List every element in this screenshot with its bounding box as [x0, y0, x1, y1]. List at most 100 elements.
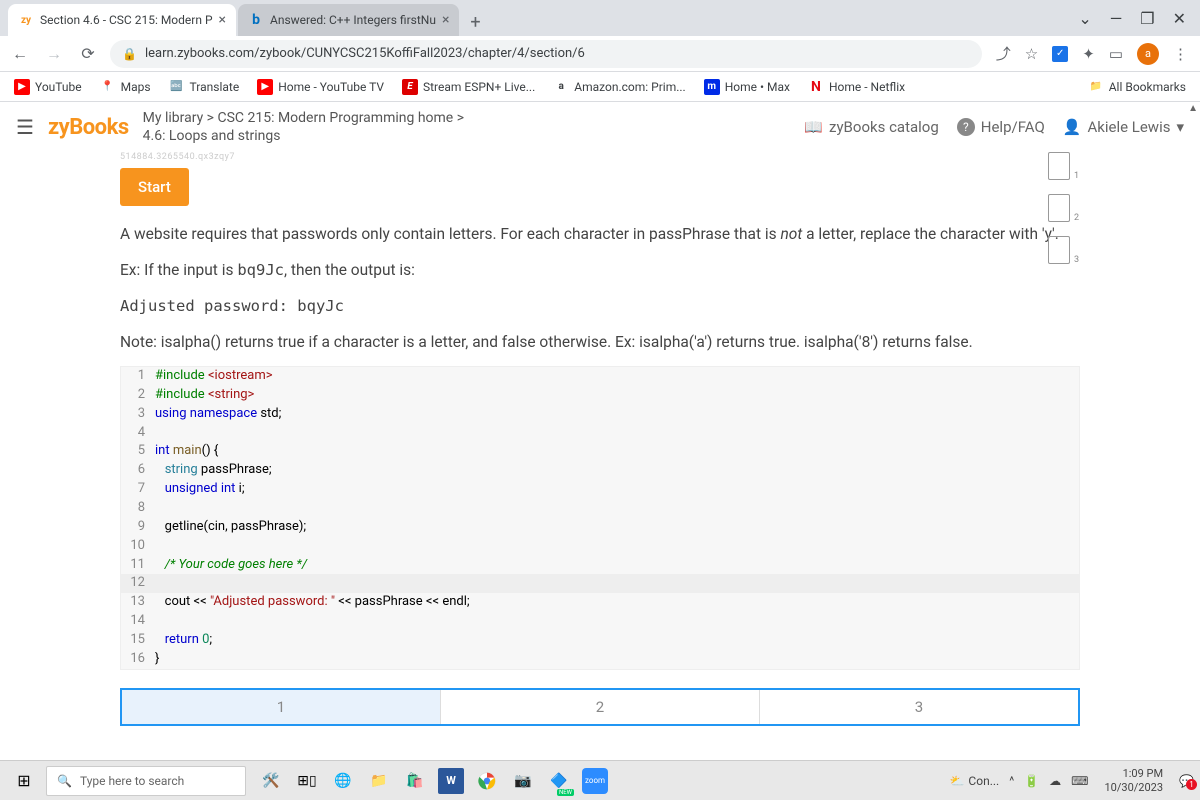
word-icon[interactable]: W	[438, 768, 464, 794]
code-line[interactable]: 7 unsigned int i;	[121, 480, 1079, 499]
forward-icon: →	[42, 44, 66, 64]
bookmark-youtube-tv[interactable]: ▶Home - YouTube TV	[257, 79, 384, 95]
catalog-link[interactable]: 📖zyBooks catalog	[804, 118, 938, 136]
caret-down-icon: ▾	[1176, 118, 1184, 136]
profile-avatar[interactable]: a	[1137, 43, 1159, 65]
search-placeholder: Type here to search	[80, 774, 184, 788]
check-badge-icon[interactable]: ✓	[1052, 46, 1068, 62]
minimize-icon[interactable]: —	[1110, 9, 1123, 28]
folder-icon: 📁	[1088, 79, 1104, 95]
code-line[interactable]: 15 return 0;	[121, 631, 1079, 650]
translate-icon: 🔤	[169, 79, 185, 95]
microsoft-store-icon[interactable]: 🛍️	[402, 768, 428, 794]
step-tab-3[interactable]: 3	[760, 690, 1078, 724]
code-line[interactable]: 13 cout << "Adjusted password: " << pass…	[121, 593, 1079, 612]
bookmark-max[interactable]: mHome • Max	[704, 79, 790, 95]
onedrive-icon[interactable]: ☁	[1049, 774, 1061, 788]
bookmark-amazon[interactable]: aAmazon.com: Prim...	[553, 79, 685, 95]
edge-icon[interactable]: 🌐	[330, 768, 356, 794]
isalpha-note: Note: isalpha() returns true if a charac…	[120, 330, 1080, 354]
reload-icon[interactable]: ⟳	[76, 44, 100, 63]
help-link[interactable]: ?Help/FAQ	[957, 118, 1045, 136]
kebab-menu-icon[interactable]: ⋮	[1173, 45, 1188, 63]
maps-icon: 📍	[100, 79, 116, 95]
browser-tab-inactive[interactable]: b Answered: C++ Integers firstNu ×	[238, 4, 459, 36]
code-line[interactable]: 2#include <string>	[121, 386, 1079, 405]
taskbar-search[interactable]: 🔍 Type here to search	[46, 766, 246, 796]
user-icon: 👤	[1063, 118, 1082, 136]
step-tabs: 1 2 3	[120, 688, 1080, 726]
help-icon: ?	[957, 118, 975, 136]
camera-icon[interactable]: 📷	[510, 768, 536, 794]
tools-icon[interactable]: 🛠️	[258, 768, 284, 794]
code-line[interactable]: 9 getline(cin, passPhrase);	[121, 518, 1079, 537]
step-tab-1[interactable]: 1	[122, 690, 441, 724]
extensions-icon[interactable]: ✦	[1082, 45, 1095, 63]
code-line[interactable]: 4	[121, 424, 1079, 443]
code-line[interactable]: 3using namespace std;	[121, 405, 1079, 424]
file-explorer-icon[interactable]: 📁	[366, 768, 392, 794]
zybooks-logo[interactable]: zyBooks	[48, 115, 129, 140]
bookmark-netflix[interactable]: NHome - Netflix	[808, 79, 905, 95]
bookmark-translate[interactable]: 🔤Translate	[169, 79, 240, 95]
maximize-icon[interactable]: ❐	[1140, 9, 1154, 28]
max-icon: m	[704, 79, 720, 95]
notifications-icon[interactable]: 💬1	[1179, 774, 1194, 788]
code-line[interactable]: 14	[121, 612, 1079, 631]
code-line[interactable]: 6 string passPhrase;	[121, 461, 1079, 480]
note-box-3[interactable]	[1048, 236, 1070, 264]
favicon-bartleby: b	[248, 12, 264, 28]
code-line[interactable]: 1#include <iostream>	[121, 367, 1079, 386]
bookmark-maps[interactable]: 📍Maps	[100, 79, 151, 95]
back-icon[interactable]: ←	[8, 44, 32, 64]
code-line[interactable]: 16}	[121, 650, 1079, 669]
code-line[interactable]: 8	[121, 499, 1079, 518]
zoom-icon[interactable]: zoom	[582, 768, 608, 794]
bookmark-espn[interactable]: EStream ESPN+ Live...	[402, 79, 535, 95]
star-icon[interactable]: ☆	[1025, 45, 1038, 63]
bookmark-youtube[interactable]: ▶YouTube	[14, 79, 82, 95]
code-line[interactable]: 12	[121, 574, 1079, 593]
example-input-line: Ex: If the input is bq9Jc, then the outp…	[120, 258, 1080, 282]
new-tab-button[interactable]: +	[461, 8, 489, 36]
note-box-1[interactable]	[1048, 152, 1070, 180]
start-button[interactable]: Start	[120, 168, 189, 206]
content-area[interactable]: 514884.3265540.qx3zqy7 Start A website r…	[0, 152, 1200, 760]
youtube-icon: ▶	[14, 79, 30, 95]
zybooks-header: ☰ zyBooks My library > CSC 215: Modern P…	[0, 102, 1200, 152]
code-editor[interactable]: 1#include <iostream>2#include <string>3u…	[120, 366, 1080, 670]
weather-widget[interactable]: ⛅Con...	[949, 774, 999, 788]
code-line[interactable]: 5int main() {	[121, 442, 1079, 461]
share-icon[interactable]: ⤴	[996, 43, 1011, 64]
battery-icon[interactable]: 🔋	[1024, 774, 1039, 788]
close-icon[interactable]: ×	[219, 12, 226, 28]
youtube-tv-icon: ▶	[257, 79, 273, 95]
book-icon: 📖	[804, 118, 823, 136]
browser-tab-active[interactable]: zy Section 4.6 - CSC 215: Modern P ×	[8, 4, 236, 36]
user-menu[interactable]: 👤Akiele Lewis▾	[1063, 118, 1184, 136]
taskbar-clock[interactable]: 1:09 PM 10/30/2023	[1099, 767, 1170, 793]
new-app-icon[interactable]: 🔷NEW	[546, 768, 572, 794]
reading-list-icon[interactable]: ▭	[1109, 45, 1123, 63]
input-icon[interactable]: ⌨	[1071, 774, 1088, 788]
close-window-icon[interactable]: ✕	[1173, 9, 1186, 28]
lock-icon: 🔒	[122, 47, 137, 61]
close-icon[interactable]: ×	[442, 12, 449, 28]
step-tab-2[interactable]: 2	[441, 690, 760, 724]
tray-chevron-icon[interactable]: ^	[1009, 774, 1014, 788]
note-box-2[interactable]	[1048, 194, 1070, 222]
chrome-address-bar: ← → ⟳ 🔒 learn.zybooks.com/zybook/CUNYCSC…	[0, 36, 1200, 72]
url-input[interactable]: 🔒 learn.zybooks.com/zybook/CUNYCSC215Kof…	[110, 40, 982, 68]
code-line[interactable]: 10	[121, 537, 1079, 556]
breadcrumb-path[interactable]: My library > CSC 215: Modern Programming…	[143, 109, 791, 127]
chevron-down-icon[interactable]: ⌄	[1078, 9, 1091, 28]
start-menu-button[interactable]: ⊞	[6, 771, 42, 790]
chrome-icon[interactable]	[474, 768, 500, 794]
code-line[interactable]: 11 /* Your code goes here */	[121, 556, 1079, 575]
task-view-icon[interactable]: ⊞▯	[294, 768, 320, 794]
favicon-zybooks: zy	[18, 12, 34, 28]
netflix-icon: N	[808, 79, 824, 95]
scroll-up-arrow[interactable]: ▲	[1188, 103, 1198, 114]
hamburger-menu-icon[interactable]: ☰	[16, 115, 34, 139]
all-bookmarks-link[interactable]: 📁All Bookmarks	[1088, 79, 1186, 95]
